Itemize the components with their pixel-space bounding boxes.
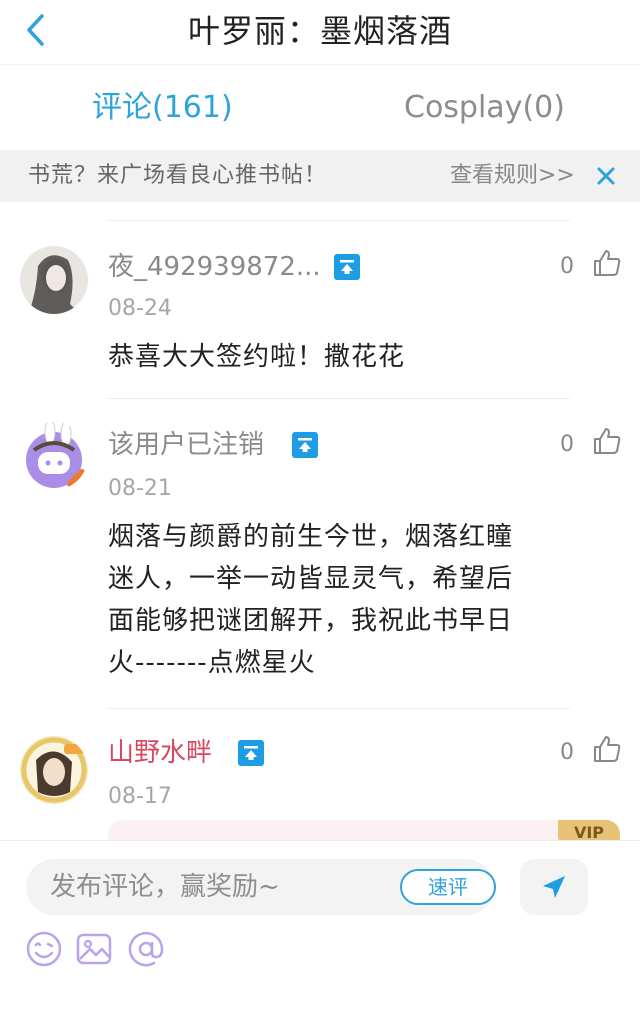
tab-cosplay[interactable]: Cosplay(0) — [404, 85, 565, 131]
upload-icon — [244, 746, 258, 760]
comment-text-line: 火-------点燃星火 — [108, 648, 316, 678]
avatar[interactable] — [20, 246, 88, 314]
emoji-icon[interactable] — [24, 929, 64, 969]
vip-tag: VIP — [558, 820, 620, 842]
thumbs-up-icon[interactable] — [592, 734, 622, 764]
like-count: 0 — [560, 740, 574, 765]
tab-bar: 评论(161) Cosplay(0) — [0, 64, 640, 150]
quick-review-button[interactable]: 速评 — [400, 869, 496, 905]
comment-page: 叶罗丽：墨烟落酒 评论(161) Cosplay(0) 书荒？来广场看良心推书帖… — [0, 0, 640, 1021]
thumbs-up-icon[interactable] — [592, 426, 622, 456]
comment-date: 08-17 — [108, 784, 172, 809]
author-username[interactable]: 山野水畔 — [108, 736, 212, 770]
comment-input-placeholder: 发布评论，赢奖励~ — [50, 872, 280, 902]
close-icon — [597, 167, 615, 185]
notice-text[interactable]: 书荒？来广场看良心推书帖！ — [28, 150, 327, 202]
view-rules-link[interactable]: 查看规则>> — [450, 150, 575, 202]
send-icon — [543, 876, 565, 898]
comment-text-line: 面能够把谜团解开，我祝此书早日 — [108, 606, 514, 636]
comment-date: 08-21 — [108, 476, 172, 501]
thumbs-up-icon[interactable] — [592, 248, 622, 278]
avatar[interactable] — [20, 736, 88, 804]
comment-input[interactable]: 发布评论，赢奖励~ 速评 — [26, 859, 496, 915]
level-badge — [334, 254, 360, 280]
upload-icon — [298, 438, 312, 452]
level-badge — [238, 740, 264, 766]
comment-text-line: 恭喜大大签约啦！撒花花 — [108, 342, 406, 372]
at-icon[interactable] — [126, 929, 166, 969]
tab-comments[interactable]: 评论(161) — [92, 85, 233, 131]
comment-list[interactable]: 夜_492939872... 0 08-24 恭喜大大签约啦！撒花花 该用户已注… — [0, 202, 640, 842]
divider — [108, 708, 570, 709]
comment-text-line: 烟落与颜爵的前生今世，烟落红瞳 — [108, 522, 514, 552]
comment-username[interactable]: 该用户已注销 — [108, 428, 264, 462]
send-button[interactable] — [520, 859, 588, 915]
notice-close-button[interactable] — [592, 162, 620, 190]
vip-comment-card[interactable]: VIP — [108, 820, 620, 842]
comment-text-line: 迷人，一举一动皆显灵气，希望后 — [108, 564, 514, 594]
like-count: 0 — [560, 432, 574, 457]
image-icon[interactable] — [74, 929, 114, 969]
divider — [108, 220, 570, 221]
comment-content: 恭喜大大签约啦！撒花花 — [108, 336, 578, 378]
comment-username[interactable]: 夜_492939872... — [108, 250, 321, 284]
comment-content: 烟落与颜爵的前生今世，烟落红瞳 迷人，一举一动皆显灵气，希望后 面能够把谜团解开… — [108, 516, 578, 684]
upload-icon — [340, 260, 354, 274]
avatar[interactable] — [20, 422, 88, 490]
level-badge — [292, 432, 318, 458]
like-count: 0 — [560, 254, 574, 279]
header: 叶罗丽：墨烟落酒 — [0, 0, 640, 64]
comment-date: 08-24 — [108, 296, 172, 321]
notice-bar: 书荒？来广场看良心推书帖！ 查看规则>> — [0, 150, 640, 202]
page-title: 叶罗丽：墨烟落酒 — [187, 12, 452, 50]
divider — [108, 398, 570, 399]
comment-composer: 发布评论，赢奖励~ 速评 — [0, 840, 640, 1021]
